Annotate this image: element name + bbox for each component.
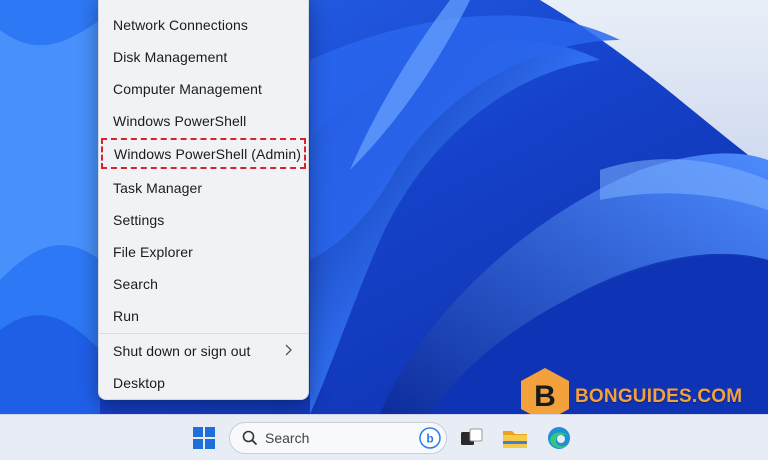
svg-text:b: b [426, 432, 433, 446]
menu-item-settings[interactable]: Settings [99, 205, 308, 235]
task-view-icon [461, 428, 483, 445]
menu-item-label: Run [113, 308, 139, 324]
menu-item-label: Task Manager [113, 180, 203, 196]
start-button[interactable] [188, 422, 220, 454]
taskbar-search-box[interactable]: Search b [229, 422, 447, 454]
menu-item-label: Computer Management [113, 81, 262, 97]
menu-item-search[interactable]: Search [99, 269, 308, 299]
menu-item-file-explorer[interactable]: File Explorer [99, 237, 308, 267]
menu-item-label: File Explorer [113, 244, 193, 260]
file-explorer-button[interactable] [499, 422, 531, 454]
svg-text:B: B [534, 380, 556, 413]
menu-item-label: Windows PowerShell [113, 113, 247, 129]
menu-item-label: Search [113, 276, 158, 292]
search-placeholder: Search [265, 430, 310, 446]
folder-icon [503, 431, 527, 448]
menu-item-task-manager[interactable]: Task Manager [99, 173, 308, 203]
menu-item-run[interactable]: Run [99, 301, 308, 331]
watermark-text: BONGUIDES.COM [575, 386, 743, 407]
search-icon [242, 430, 258, 446]
menu-item-label: Disk Management [113, 49, 228, 65]
menu-item-label: Windows PowerShell (Admin) [114, 145, 301, 162]
menu-item-label: Shut down or sign out [113, 343, 251, 359]
bing-icon[interactable]: b [419, 427, 441, 449]
windows-logo-icon [193, 427, 215, 449]
menu-item-label: Desktop [113, 375, 166, 391]
menu-item-disk-management[interactable]: Disk Management [99, 42, 308, 72]
menu-item-network-connections[interactable]: Network Connections [99, 10, 308, 40]
edge-icon [548, 427, 570, 449]
menu-item-windows-powershell[interactable]: Windows PowerShell [99, 106, 308, 136]
quick-link-menu: Network Connections Disk Management Comp… [98, 0, 309, 400]
menu-separator [99, 333, 308, 334]
menu-item-label: Network Connections [113, 17, 248, 33]
menu-item-shut-down-or-sign-out[interactable]: Shut down or sign out [99, 336, 308, 366]
edge-button[interactable] [543, 422, 575, 454]
chevron-right-icon [284, 344, 292, 359]
menu-item-label: Settings [113, 212, 165, 228]
menu-item-desktop[interactable]: Desktop [99, 368, 308, 398]
taskbar: Search b [0, 414, 768, 460]
task-view-button[interactable] [455, 422, 487, 454]
menu-item-computer-management[interactable]: Computer Management [99, 74, 308, 104]
menu-item-windows-powershell-admin[interactable]: Windows PowerShell (Admin) [100, 137, 307, 170]
